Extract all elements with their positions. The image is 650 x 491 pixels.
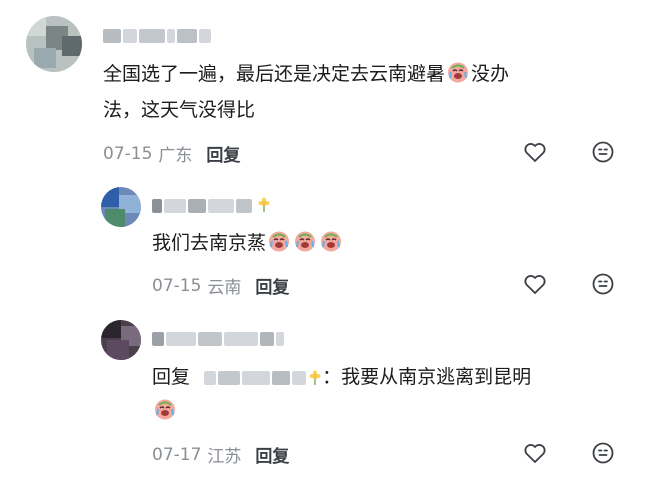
reply-prefix: 回复 xyxy=(152,366,191,388)
avatar[interactable] xyxy=(101,320,141,360)
reply-button[interactable]: 回复 xyxy=(255,273,289,298)
comment-date: 07-17 xyxy=(152,444,202,465)
smiley-icon[interactable] xyxy=(590,440,616,466)
comment-meta: 07-15 广东 回复 xyxy=(103,141,240,167)
comment-location: 云南 xyxy=(207,278,242,298)
comment-date: 07-15 xyxy=(103,143,153,164)
avatar[interactable] xyxy=(101,187,141,227)
comment-text-line2 xyxy=(152,393,178,429)
heart-outline-icon[interactable] xyxy=(522,139,548,165)
comment-meta: 07-15 云南 回复 xyxy=(152,273,289,299)
comment-meta: 07-17 江苏 回复 xyxy=(152,442,289,468)
comment-text: 全国选了一遍，最后还是决定去云南避暑 没办 xyxy=(103,56,509,92)
username-blurred[interactable] xyxy=(152,329,286,347)
crying-laughing-emoji-icon xyxy=(153,397,177,421)
heart-outline-icon[interactable] xyxy=(522,440,548,466)
comment-text: 回复 ：我要从南京逃离到昆明 xyxy=(152,359,531,396)
comment-location: 广东 xyxy=(158,146,193,166)
smiley-icon[interactable] xyxy=(590,271,616,297)
crying-laughing-emoji-icon xyxy=(446,60,470,84)
username-blurred[interactable] xyxy=(152,196,271,214)
reply-button[interactable]: 回复 xyxy=(206,141,240,166)
comment-text-line2: 法，这天气没得比 xyxy=(103,99,256,121)
heart-outline-icon[interactable] xyxy=(522,271,548,297)
flower-badge-icon xyxy=(308,370,322,386)
crying-laughing-emoji-icon xyxy=(319,229,343,253)
crying-laughing-emoji-icon xyxy=(267,229,291,253)
comment-text: 我们去南京蒸 xyxy=(152,225,344,261)
comment-date: 07-15 xyxy=(152,275,202,296)
comment-location: 江苏 xyxy=(207,447,242,467)
mentioned-user-blurred[interactable] xyxy=(204,360,308,396)
avatar[interactable] xyxy=(26,16,82,72)
smiley-icon[interactable] xyxy=(590,139,616,165)
crying-laughing-emoji-icon xyxy=(293,229,317,253)
username-blurred[interactable] xyxy=(103,26,213,44)
flower-badge-icon xyxy=(257,197,271,213)
reply-button[interactable]: 回复 xyxy=(255,442,289,467)
